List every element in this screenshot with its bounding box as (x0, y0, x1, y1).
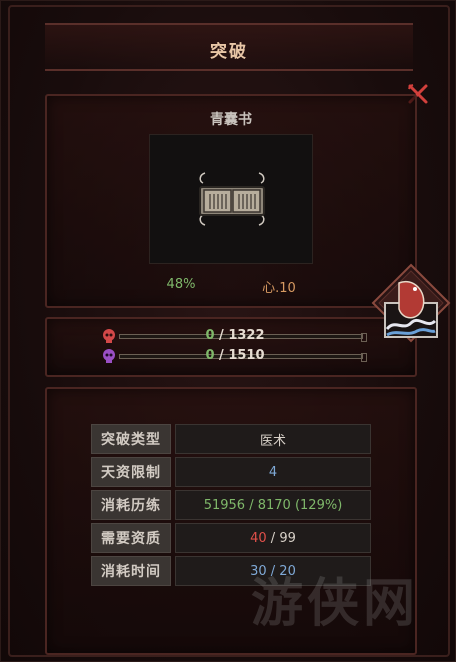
row-value: 4 (175, 457, 371, 487)
aptitude-rest: / 99 (266, 530, 296, 546)
bar-current: 0 (205, 348, 215, 363)
breakthrough-dialog: 突破 青囊书 48% 心.10 0 / 1322 0 / 1510 突破类型 医… (0, 0, 456, 662)
experience-percent: (129%) (294, 497, 343, 513)
table-row: 消耗历练 51956 / 8170 (129%) (91, 489, 371, 522)
experience-cost: 51956 (203, 497, 246, 513)
fish-wave-emblem-icon (371, 263, 451, 343)
row-label: 消耗历练 (91, 490, 171, 520)
scroll-book-icon (199, 172, 265, 226)
table-row: 突破类型 医术 (91, 423, 371, 456)
bar-total: 1510 (228, 348, 265, 363)
bar-value: 0 / 1510 (101, 347, 369, 365)
aptitude-required: 40 (250, 530, 267, 546)
table-row: 需要资质 40 / 99 (91, 522, 371, 555)
book-attribute: 心.10 (262, 281, 296, 296)
row-value: 医术 (175, 424, 371, 454)
requirement-bar: 0 / 1322 (101, 327, 369, 345)
dialog-title: 突破 (210, 42, 248, 62)
book-progress: 48% (166, 277, 196, 292)
requirement-bar: 0 / 1510 (101, 347, 369, 365)
row-label: 突破类型 (91, 424, 171, 454)
experience-sep: / 8170 (245, 497, 295, 513)
row-label: 消耗时间 (91, 556, 171, 586)
row-value: 51956 / 8170 (129%) (175, 490, 371, 520)
bar-separator: / (219, 328, 224, 343)
bar-separator: / (219, 348, 224, 363)
bar-total: 1322 (228, 328, 265, 343)
watermark: 游侠网 (251, 573, 420, 634)
row-label: 需要资质 (91, 523, 171, 553)
book-name: 青囊书 (210, 112, 252, 128)
table-row: 天资限制 4 (91, 456, 371, 489)
bar-value: 0 / 1322 (101, 327, 369, 345)
bar-current: 0 (205, 328, 215, 343)
row-value: 40 / 99 (175, 523, 371, 553)
row-label: 天资限制 (91, 457, 171, 487)
